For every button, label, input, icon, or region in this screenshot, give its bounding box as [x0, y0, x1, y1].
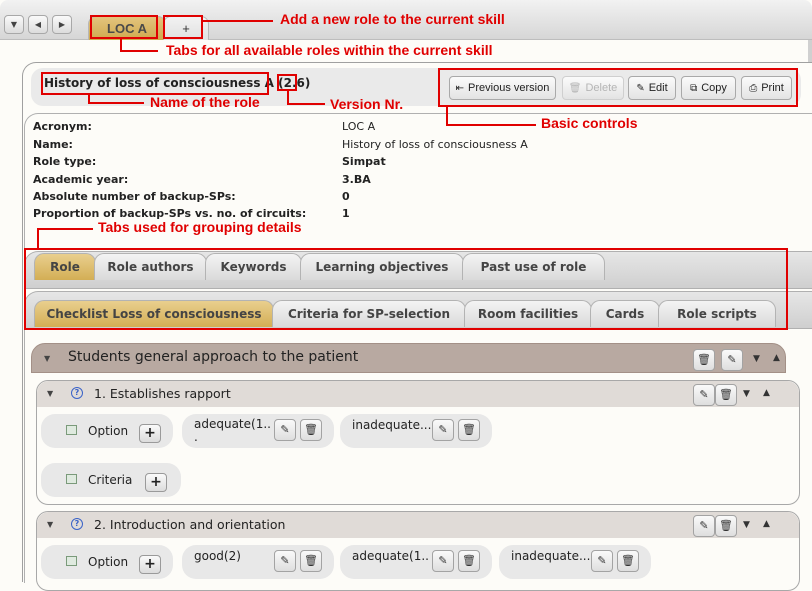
annotation-role-name: Name of the role — [150, 94, 260, 110]
detail-value-academic-year: 3.BA — [342, 173, 371, 186]
trash-icon: 🗑 — [304, 554, 318, 567]
pencil-icon: ✎ — [280, 423, 290, 436]
annotation-line — [287, 103, 325, 105]
edit-option-button[interactable]: ✎ — [274, 550, 296, 572]
trash-icon: 🗑 — [697, 353, 711, 366]
delete-option-button[interactable]: 🗑 — [300, 550, 322, 572]
option-group: Option + — [41, 414, 173, 448]
annotation-add-role: Add a new role to the current skill — [280, 11, 505, 27]
help-icon[interactable]: ? — [71, 387, 83, 399]
question-title: 2. Introduction and orientation — [94, 517, 286, 532]
edit-topic-button[interactable]: ✎ — [721, 349, 743, 371]
annotation-line — [88, 102, 144, 104]
annotation-version: Version Nr. — [330, 96, 404, 112]
trash-icon: 🗑 — [462, 554, 476, 567]
collapse-icon[interactable]: ▼ — [44, 354, 50, 363]
move-up-icon[interactable]: ▲ — [763, 388, 770, 398]
annotation-grouping-tabs: Tabs used for grouping details — [98, 219, 302, 235]
collapse-icon[interactable]: ▼ — [47, 389, 53, 398]
edit-question-button[interactable]: ✎ — [693, 384, 715, 406]
option-item: adequate(1.. ✎ 🗑 — [340, 545, 492, 579]
option-item: inadequate... ✎ 🗑 — [499, 545, 651, 579]
question-header: ▼ ? 1. Establishes rapport ✎ 🗑 ▼ ▲ — [37, 381, 799, 407]
edit-option-button[interactable]: ✎ — [274, 419, 296, 441]
annotation-line — [37, 228, 39, 248]
checklist-question: ▼ ? 1. Establishes rapport ✎ 🗑 ▼ ▲ Optio… — [36, 380, 800, 505]
option-item: inadequate... ✎ 🗑 — [340, 414, 492, 448]
annotation-line — [203, 20, 273, 22]
pencil-icon: ✎ — [699, 388, 709, 401]
trash-icon: 🗑 — [621, 554, 635, 567]
add-criteria-button[interactable]: + — [145, 473, 167, 492]
checklist-question: ▼ ? 2. Introduction and orientation ✎ 🗑 … — [36, 511, 800, 591]
pencil-icon: ✎ — [699, 519, 709, 532]
edit-option-button[interactable]: ✎ — [432, 550, 454, 572]
annotation-box-basic-controls — [438, 68, 798, 107]
trash-icon: 🗑 — [304, 423, 318, 436]
annotation-box-role-name — [41, 72, 269, 95]
detail-value-name: History of loss of consciousness A — [342, 138, 528, 151]
move-up-icon[interactable]: ▲ — [773, 353, 780, 363]
detail-label-role-type: Role type: — [33, 155, 97, 168]
annotation-line — [37, 228, 93, 230]
detail-label-name: Name: — [33, 138, 73, 151]
annotation-box-add-tab — [163, 15, 203, 39]
annotation-line — [446, 107, 448, 125]
delete-option-button[interactable]: 🗑 — [458, 550, 480, 572]
detail-value-role-type: Simpat — [342, 155, 386, 168]
delete-option-button[interactable]: 🗑 — [458, 419, 480, 441]
question-header: ▼ ? 2. Introduction and orientation ✎ 🗑 … — [37, 512, 799, 538]
topic-title: Students general approach to the patient — [68, 349, 359, 365]
add-option-button[interactable]: + — [139, 555, 161, 574]
tab-scroll-left-button[interactable]: ◀ — [28, 15, 48, 34]
grid-icon — [66, 474, 77, 484]
list-icon — [66, 425, 77, 435]
delete-question-button[interactable]: 🗑 — [715, 515, 737, 537]
detail-value-acronym: LOC A — [342, 120, 376, 133]
pencil-icon: ✎ — [438, 554, 448, 567]
add-option-button[interactable]: + — [139, 424, 161, 443]
criteria-group: Criteria + — [41, 463, 181, 497]
detail-value-backup-proportion: 1 — [342, 207, 350, 220]
annotation-role-tabs: Tabs for all available roles within the … — [166, 42, 493, 58]
move-down-icon[interactable]: ▼ — [743, 520, 750, 530]
annotation-box-grouping-tabs — [24, 248, 788, 330]
annotation-box-version — [277, 74, 297, 91]
trash-icon: 🗑 — [462, 423, 476, 436]
delete-option-button[interactable]: 🗑 — [300, 419, 322, 441]
pencil-icon: ✎ — [280, 554, 290, 567]
option-group: Option + — [41, 545, 173, 579]
collapse-icon[interactable]: ▼ — [47, 520, 53, 529]
move-up-icon[interactable]: ▲ — [763, 519, 770, 529]
detail-label-backup-sps: Absolute number of backup-SPs: — [33, 190, 236, 203]
move-down-icon[interactable]: ▼ — [753, 354, 760, 364]
edit-question-button[interactable]: ✎ — [693, 515, 715, 537]
edit-option-button[interactable]: ✎ — [591, 550, 613, 572]
delete-question-button[interactable]: 🗑 — [715, 384, 737, 406]
delete-option-button[interactable]: 🗑 — [617, 550, 639, 572]
pencil-icon: ✎ — [727, 353, 737, 366]
option-item: adequate(1.. . ✎ 🗑 — [182, 414, 334, 448]
option-item: good(2) ✎ 🗑 — [182, 545, 334, 579]
question-title: 1. Establishes rapport — [94, 386, 231, 401]
edit-option-button[interactable]: ✎ — [432, 419, 454, 441]
annotation-line — [446, 124, 536, 126]
annotation-basic-controls: Basic controls — [541, 115, 638, 131]
annotation-line — [120, 50, 158, 52]
delete-topic-button[interactable]: 🗑 — [693, 349, 715, 371]
detail-value-backup-sps: 0 — [342, 190, 350, 203]
pencil-icon: ✎ — [438, 423, 448, 436]
tab-scroll-right-button[interactable]: ▶ — [52, 15, 72, 34]
checklist-topic: ▼ Students general approach to the patie… — [31, 343, 786, 373]
pencil-icon: ✎ — [597, 554, 607, 567]
detail-label-academic-year: Academic year: — [33, 173, 129, 186]
list-icon — [66, 556, 77, 566]
tab-menu-dropdown-button[interactable]: ▼ — [4, 15, 24, 34]
detail-label-acronym: Acronym: — [33, 120, 92, 133]
trash-icon: 🗑 — [719, 519, 733, 532]
help-icon[interactable]: ? — [71, 518, 83, 530]
annotation-box-role-tab — [90, 15, 158, 39]
move-down-icon[interactable]: ▼ — [743, 389, 750, 399]
trash-icon: 🗑 — [719, 388, 733, 401]
